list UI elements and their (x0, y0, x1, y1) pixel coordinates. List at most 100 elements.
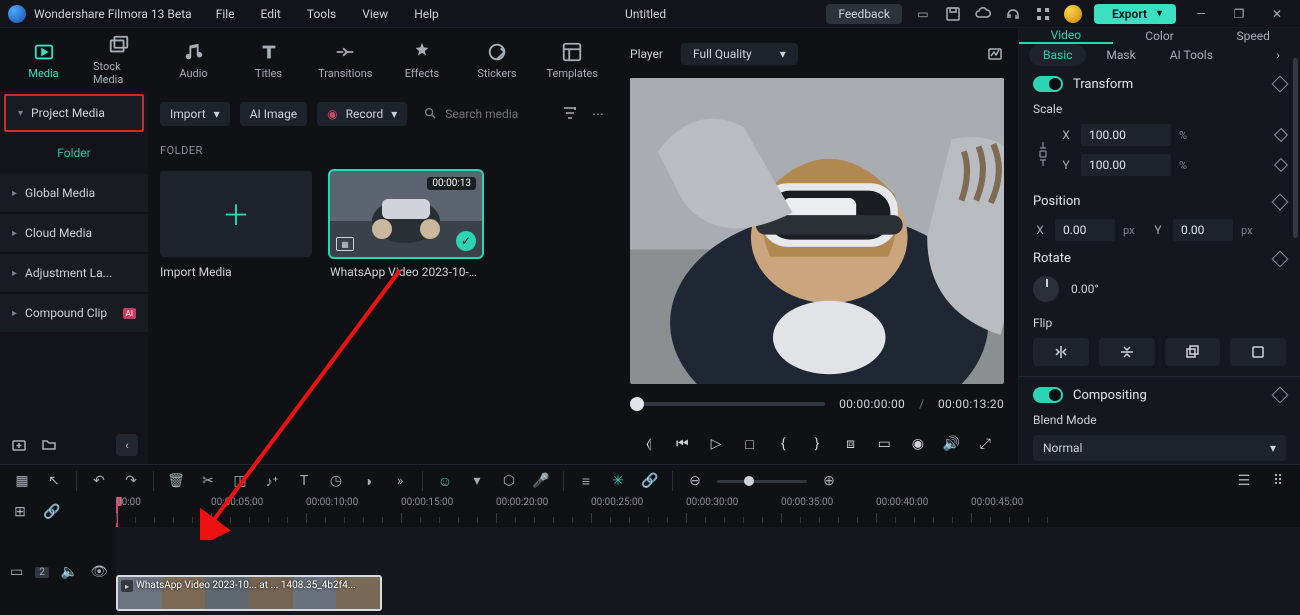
pointer-icon[interactable]: ↖ (44, 473, 64, 489)
link-track-icon[interactable]: 🔗 (42, 504, 62, 520)
menu-file[interactable]: File (216, 7, 235, 21)
add-track-icon[interactable]: ⊞ (10, 504, 30, 520)
avatar[interactable] (1064, 5, 1082, 23)
timeline-ruler[interactable]: 00:00 00:00:05:00 00:00:10:00 00:00:15:0… (116, 497, 1300, 527)
menu-help[interactable]: Help (414, 7, 439, 21)
scale-x-input[interactable] (1081, 124, 1171, 146)
screen-icon[interactable]: ▭ (914, 5, 932, 23)
tab-transitions[interactable]: Transitions (318, 41, 372, 80)
keyframe-icon[interactable] (1274, 128, 1288, 142)
menu-edit[interactable]: Edit (261, 7, 281, 21)
text-icon[interactable]: T (294, 473, 314, 489)
new-folder-icon[interactable] (40, 436, 58, 454)
import-media-card[interactable]: ＋ Import Media (160, 171, 312, 279)
keyframe-icon[interactable] (1274, 158, 1288, 172)
timeline-clip[interactable]: ▸ WhatsApp Video 2023-10... at ... 1408.… (116, 575, 382, 611)
tab-media[interactable]: Media (18, 41, 69, 80)
scrub-slider[interactable] (630, 402, 825, 406)
insp-tab-speed[interactable]: Speed (1206, 28, 1300, 44)
split-icon[interactable]: ✂ (198, 473, 218, 489)
filter-icon[interactable] (562, 105, 578, 124)
tab-audio[interactable]: Audio (168, 41, 219, 80)
tab-stickers[interactable]: Stickers (471, 41, 522, 80)
apps-icon[interactable] (1034, 5, 1052, 23)
more-icon[interactable]: ⋯ (592, 107, 604, 121)
delete-icon[interactable]: 🗑 (166, 473, 186, 489)
visibility-icon[interactable]: 👁 (90, 564, 108, 580)
sub-tab-ai-tools[interactable]: AI Tools (1156, 44, 1227, 66)
blend-mode-select[interactable]: Normal▾ (1033, 435, 1286, 461)
music-icon[interactable]: ♪⁺ (262, 473, 282, 490)
sub-tab-more[interactable]: › (1266, 44, 1290, 66)
snapshot-icon[interactable]: ◉ (907, 436, 929, 452)
media-clip-card[interactable]: 00:00:13 ▦ ✓ WhatsApp Video 2023-10-05..… (330, 171, 482, 279)
fullscreen-icon[interactable]: ⤢ (974, 436, 996, 452)
ai-image-button[interactable]: AI Image (240, 102, 307, 126)
mixer-icon[interactable]: ≡ (576, 473, 596, 490)
video-track-1[interactable]: ▸ WhatsApp Video 2023-10... at ... 1408.… (116, 571, 1300, 615)
sidebar-item-compound-clip[interactable]: ▸Compound ClipAI (0, 294, 148, 332)
timeline-settings-icon[interactable]: ⠿ (1268, 473, 1288, 489)
flip-horizontal-button[interactable] (1033, 338, 1089, 366)
collapse-sidebar[interactable]: ‹ (116, 434, 138, 456)
zoom-in-icon[interactable]: ⊕ (819, 473, 839, 489)
link-icon[interactable] (1033, 124, 1053, 184)
play-icon[interactable]: ▷ (705, 436, 727, 452)
track-media-icon[interactable]: ▭ (10, 564, 23, 580)
tab-templates[interactable]: Templates (546, 41, 597, 80)
compositing-toggle[interactable] (1033, 387, 1063, 403)
snap-icon[interactable]: ✳ (608, 473, 628, 489)
shield-icon[interactable]: ⬡ (499, 473, 519, 489)
keyframe-icon[interactable] (1272, 387, 1289, 404)
preview-viewport[interactable] (630, 78, 1004, 384)
sidebar-item-cloud-media[interactable]: ▸Cloud Media (0, 214, 148, 252)
cloud-icon[interactable] (974, 5, 992, 23)
redo-icon[interactable]: ↷ (121, 473, 141, 489)
search-input[interactable] (445, 107, 535, 121)
window-minimize[interactable]: — (1188, 7, 1214, 21)
insp-tab-color[interactable]: Color (1113, 28, 1207, 44)
sidebar-item-global-media[interactable]: ▸Global Media (0, 174, 148, 212)
save-icon[interactable] (944, 5, 962, 23)
tab-stock-media[interactable]: Stock Media (93, 34, 144, 86)
speed-icon[interactable]: ◷ (326, 473, 346, 489)
sub-tab-basic[interactable]: Basic (1029, 44, 1086, 66)
insp-tab-video[interactable]: Video (1019, 28, 1113, 44)
prev-clip-icon[interactable]: ⦉ (638, 436, 660, 452)
marker-icon[interactable]: ▾ (467, 473, 487, 489)
tab-titles[interactable]: Titles (243, 41, 294, 80)
inspector-scrollbar[interactable] (1293, 58, 1298, 238)
step-back-icon[interactable]: ⏮ (671, 436, 693, 452)
import-button[interactable]: Import▾ (160, 102, 230, 126)
keyframe-icon[interactable] (1272, 193, 1289, 210)
mic-icon[interactable]: 🎤 (531, 473, 551, 489)
transform-toggle[interactable] (1033, 76, 1063, 92)
headphones-icon[interactable] (1004, 5, 1022, 23)
mark-out-icon[interactable]: } (806, 436, 828, 452)
flip-vertical-button[interactable] (1099, 338, 1155, 366)
keyframe-icon[interactable] (1272, 250, 1289, 267)
crop-tool-icon[interactable]: ◫ (230, 473, 250, 489)
export-button[interactable]: Export▾ (1094, 4, 1176, 24)
sidebar-item-folder[interactable]: Folder (0, 134, 148, 172)
record-button[interactable]: ◉Record▾ (317, 102, 407, 126)
zoom-slider[interactable] (717, 480, 807, 483)
rotate-knob[interactable] (1033, 276, 1059, 302)
sidebar-item-adjustment-layer[interactable]: ▸Adjustment La... (0, 254, 148, 292)
undo-icon[interactable]: ↶ (89, 473, 109, 489)
flip-reset-button[interactable] (1230, 338, 1286, 366)
compare-icon[interactable]: ▭ (873, 436, 895, 452)
menu-view[interactable]: View (362, 7, 388, 21)
new-bin-icon[interactable] (10, 436, 28, 454)
sub-tab-mask[interactable]: Mask (1092, 44, 1149, 66)
feedback-button[interactable]: Feedback (826, 4, 902, 24)
more-tools-icon[interactable]: » (390, 473, 410, 489)
view-options-icon[interactable]: ☰ (1234, 473, 1254, 489)
color-icon[interactable]: ◑ (358, 473, 378, 490)
crop-icon[interactable]: ⧈ (840, 436, 862, 452)
window-maximize[interactable]: ❐ (1226, 7, 1252, 21)
mark-in-icon[interactable]: { (772, 436, 794, 452)
flip-copy-button[interactable] (1165, 338, 1221, 366)
stop-icon[interactable]: □ (739, 436, 761, 453)
tab-effects[interactable]: Effects (396, 41, 447, 80)
